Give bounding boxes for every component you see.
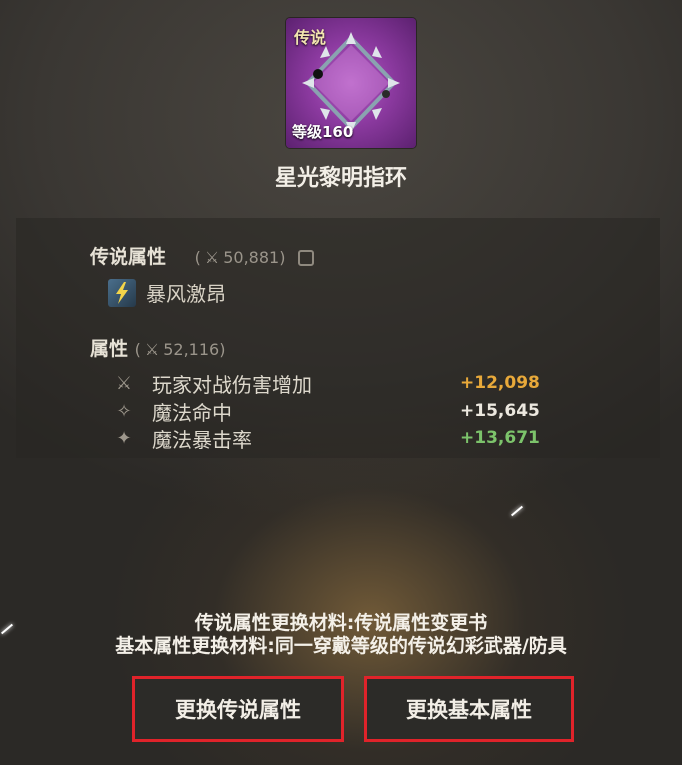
sparkle-decoration bbox=[510, 505, 524, 517]
base-attr-header: 属性 (⚔ 52,116) bbox=[90, 338, 226, 360]
item-ring-icon[interactable]: 传说 等级160 bbox=[286, 18, 416, 148]
base-attr-title: 属性 bbox=[90, 338, 129, 360]
attr-value: +15,645 bbox=[460, 401, 540, 421]
lightning-skill-icon bbox=[108, 278, 136, 307]
grade-label: 传说 bbox=[294, 28, 327, 47]
attr-row-pvp-damage: ⚔ 玩家对战伤害增加 +12,098 bbox=[110, 370, 540, 397]
attr-row-magic-hit: ✧ 魔法命中 +15,645 bbox=[110, 398, 540, 425]
magic-hit-icon: ✧ bbox=[116, 400, 132, 422]
legendary-skill-name: 暴风激昂 bbox=[146, 282, 226, 306]
base-material-text: 基本属性更换材料:同一穿戴等级的传说幻彩武器/防具 bbox=[115, 635, 567, 657]
materials-info: 传说属性更换材料:传说属性变更书 基本属性更换材料:同一穿戴等级的传说幻彩武器/… bbox=[0, 612, 682, 658]
legendary-attr-header: 传说属性 (⚔ 50,881) bbox=[90, 242, 315, 269]
magic-crit-icon: ✦ bbox=[116, 427, 132, 449]
change-base-attr-button[interactable]: 更换基本属性 bbox=[364, 676, 574, 742]
info-icon[interactable] bbox=[298, 249, 315, 266]
attr-label: 魔法命中 bbox=[152, 400, 232, 425]
crossed-swords-icon: ⚔ bbox=[144, 340, 160, 359]
attr-value: +13,671 bbox=[460, 428, 540, 448]
attr-value: +12,098 bbox=[460, 373, 540, 393]
level-label: 等级160 bbox=[292, 123, 354, 141]
crossed-swords-icon: ⚔ bbox=[204, 248, 220, 267]
item-name: 星光黎明指环 bbox=[274, 166, 407, 191]
crossed-swords-icon: ⚔ bbox=[115, 372, 133, 394]
legendary-attr-title: 传说属性 bbox=[90, 246, 167, 268]
legendary-attr-power: 50,881 bbox=[223, 248, 280, 267]
attr-row-magic-crit: ✦ 魔法暴击率 +13,671 bbox=[110, 425, 540, 452]
change-legendary-attr-button[interactable]: 更换传说属性 bbox=[132, 676, 344, 742]
attr-label: 魔法暴击率 bbox=[152, 427, 252, 452]
base-attr-power: 52,116 bbox=[163, 340, 220, 359]
legendary-material-text: 传说属性更换材料:传说属性变更书 bbox=[194, 612, 488, 634]
attr-label: 玩家对战伤害增加 bbox=[152, 372, 312, 397]
legendary-skill[interactable]: 暴风激昂 bbox=[108, 278, 226, 307]
